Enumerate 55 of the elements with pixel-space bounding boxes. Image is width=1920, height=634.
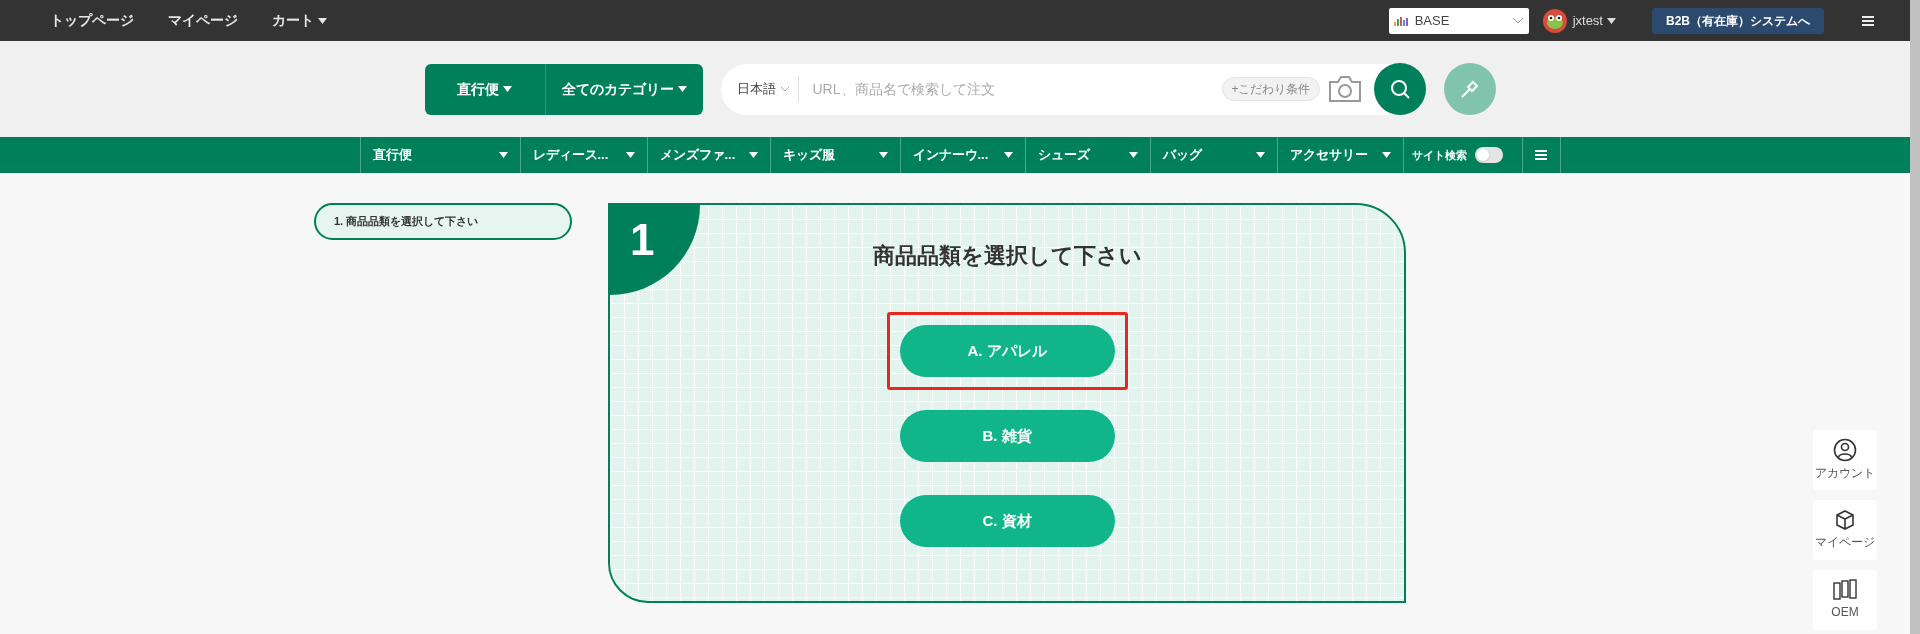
camera-icon[interactable] (1327, 75, 1362, 103)
caret-icon (1381, 152, 1391, 158)
nav-link[interactable]: トップページ (50, 10, 134, 31)
nav-link[interactable]: カート (272, 10, 327, 31)
toggle-switch[interactable] (1474, 147, 1503, 163)
search-button[interactable] (1373, 63, 1426, 115)
chevron-down-icon (779, 86, 790, 92)
filter-chip[interactable]: +こだわり条件 (1222, 77, 1320, 101)
toggle-label: サイト検索 (1411, 147, 1467, 163)
caret-icon (1128, 152, 1138, 158)
search-icon (1389, 79, 1410, 99)
step-item[interactable]: 1. 商品品類を選択して下さい (314, 203, 572, 240)
caret-icon (878, 152, 888, 158)
search-field[interactable]: URL、商品名で検索して注文 (812, 78, 1223, 100)
caret-icon (625, 152, 635, 158)
category-tab[interactable]: メンズファ... (647, 137, 771, 173)
side-button[interactable]: アカウント (1813, 430, 1877, 490)
side-button[interactable]: マイページ (1813, 500, 1877, 560)
caret-icon (503, 86, 512, 92)
language-dropdown[interactable]: 日本語 (736, 76, 799, 102)
option-button[interactable]: B. 雑貨 (899, 410, 1115, 462)
category-tab[interactable]: シューズ (1025, 137, 1151, 173)
caret-icon (1003, 152, 1013, 158)
store-select[interactable]: BASE (1388, 7, 1529, 34)
shipping-dropdown[interactable]: 直行便 (424, 63, 545, 115)
option-button[interactable]: A. アパレル (899, 325, 1115, 377)
caret-icon (1607, 17, 1616, 24)
category-tab[interactable]: インナーウ... (900, 137, 1026, 173)
chevron-down-icon (1511, 17, 1524, 24)
caret-icon (1255, 152, 1265, 158)
menu-icon[interactable] (1862, 15, 1874, 26)
caret-icon (748, 152, 758, 158)
logo-icon (1393, 15, 1410, 26)
caret-icon (498, 152, 508, 158)
box-icon (1834, 509, 1856, 531)
category-tab[interactable]: レディース... (520, 137, 648, 173)
user-icon (1833, 438, 1857, 462)
select-value: BASE (1414, 11, 1451, 30)
oem-logo-icon (1833, 579, 1857, 601)
card-title: 商品品類を選択して下さい (872, 242, 1142, 270)
option-button[interactable]: C. 資材 (899, 495, 1115, 547)
category-dropdown[interactable]: 全てのカテゴリー (544, 63, 703, 115)
category-tab[interactable]: バッグ (1150, 137, 1278, 173)
side-button[interactable]: OEM (1813, 570, 1877, 630)
category-tab[interactable]: キッズ服 (770, 137, 901, 173)
category-tab[interactable]: 直行便 (360, 137, 521, 173)
system-button[interactable]: B2B（有在庫）システムへ (1652, 7, 1824, 34)
caret-icon (677, 86, 687, 92)
nav-link[interactable]: マイページ (168, 10, 238, 31)
step-number-badge: 1 (610, 205, 700, 295)
user-menu[interactable]: jxtest (1572, 10, 1616, 31)
scrollbar[interactable] (1910, 0, 1920, 634)
frog-avatar-icon (1542, 8, 1567, 33)
category-tab[interactable]: アクセサリー (1277, 137, 1404, 173)
caret-icon (318, 17, 327, 24)
